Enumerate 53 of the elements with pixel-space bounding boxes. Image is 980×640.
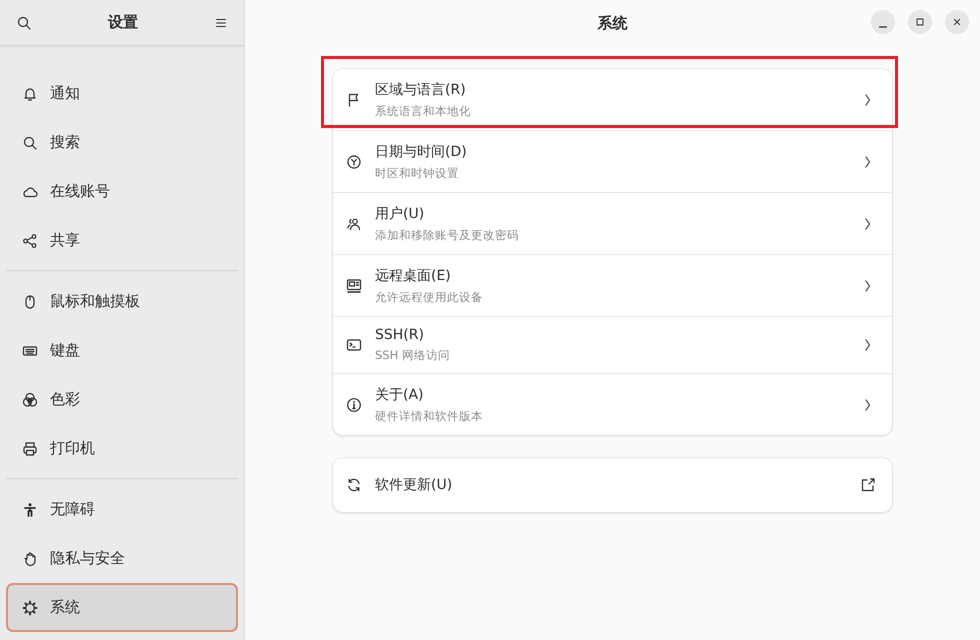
settings-row[interactable]: 区域与语言(R) 系统语言和本地化 — [333, 69, 892, 131]
sidebar-item[interactable]: 键盘 — [6, 326, 238, 375]
sidebar-item[interactable]: 系统 — [6, 583, 238, 632]
sidebar-item[interactable]: 共享 — [6, 216, 238, 265]
row-title: 软件更新(U) — [375, 476, 454, 494]
settings-row[interactable]: 软件更新(U) — [333, 458, 892, 512]
clock-icon — [346, 154, 362, 170]
sidebar-item[interactable]: 色彩 — [6, 375, 238, 424]
maximize-icon — [914, 16, 926, 28]
search-icon — [22, 134, 38, 150]
row-subtitle: 系统语言和本地化 — [375, 104, 472, 118]
accessibility-icon — [22, 502, 38, 518]
row-title: 关于(A) — [375, 386, 425, 404]
row-subtitle: 允许远程使用此设备 — [375, 290, 484, 304]
bell-icon — [22, 86, 38, 102]
search-icon — [16, 14, 32, 30]
row-title: SSH(R) — [375, 327, 425, 343]
row-subtitle: 添加和移除账号及更改密码 — [375, 228, 520, 242]
row-title: 远程桌面(E) — [375, 266, 452, 284]
row-title: 区域与语言(R) — [375, 80, 467, 98]
hand-icon — [22, 550, 38, 566]
sidebar-title: 设置 — [108, 13, 138, 32]
row-title: 日期与时间(D) — [375, 142, 468, 160]
row-subtitle: SSH 网络访问 — [375, 348, 451, 363]
close-icon — [951, 16, 963, 28]
sidebar-item[interactable]: 隐私与安全 — [6, 534, 238, 583]
sidebar-item[interactable]: 在线账号 — [6, 167, 238, 216]
row-subtitle: 硬件详情和软件版本 — [375, 408, 484, 424]
settings-row[interactable]: 关于(A) 硬件详情和软件版本 — [333, 374, 892, 435]
refresh-icon — [346, 477, 362, 493]
window-title: 系统 — [598, 14, 628, 32]
sidebar-item[interactable]: 打印机 — [6, 424, 238, 473]
terminal-icon — [346, 337, 362, 353]
settings-row[interactable]: 日期与时间(D) 时区和时钟设置 — [333, 131, 892, 193]
gear-icon — [22, 600, 38, 616]
settings-row[interactable]: 远程桌面(E) 允许远程使用此设备 — [333, 255, 892, 317]
monitor-icon — [346, 278, 362, 294]
maximize-button[interactable] — [908, 10, 932, 34]
sidebar-item[interactable]: 搜索 — [6, 118, 238, 167]
sidebar-item[interactable]: 无障碍 — [6, 485, 238, 534]
sidebar-item[interactable]: 通知 — [6, 69, 238, 118]
close-button[interactable] — [945, 10, 969, 34]
settings-row[interactable]: 用户(U) 添加和移除账号及更改密码 — [333, 193, 892, 255]
sidebar-item[interactable]: 鼠标和触摸板 — [6, 277, 238, 326]
external-link-icon — [860, 477, 876, 493]
row-title: 用户(U) — [375, 204, 426, 222]
settings-row[interactable]: SSH(R) SSH 网络访问 — [333, 317, 892, 374]
printer-icon — [22, 440, 38, 456]
info-icon — [346, 396, 362, 412]
share-icon — [22, 232, 38, 248]
color-circles-icon — [22, 392, 38, 408]
users-icon — [346, 216, 362, 232]
row-subtitle: 时区和时钟设置 — [375, 166, 460, 180]
